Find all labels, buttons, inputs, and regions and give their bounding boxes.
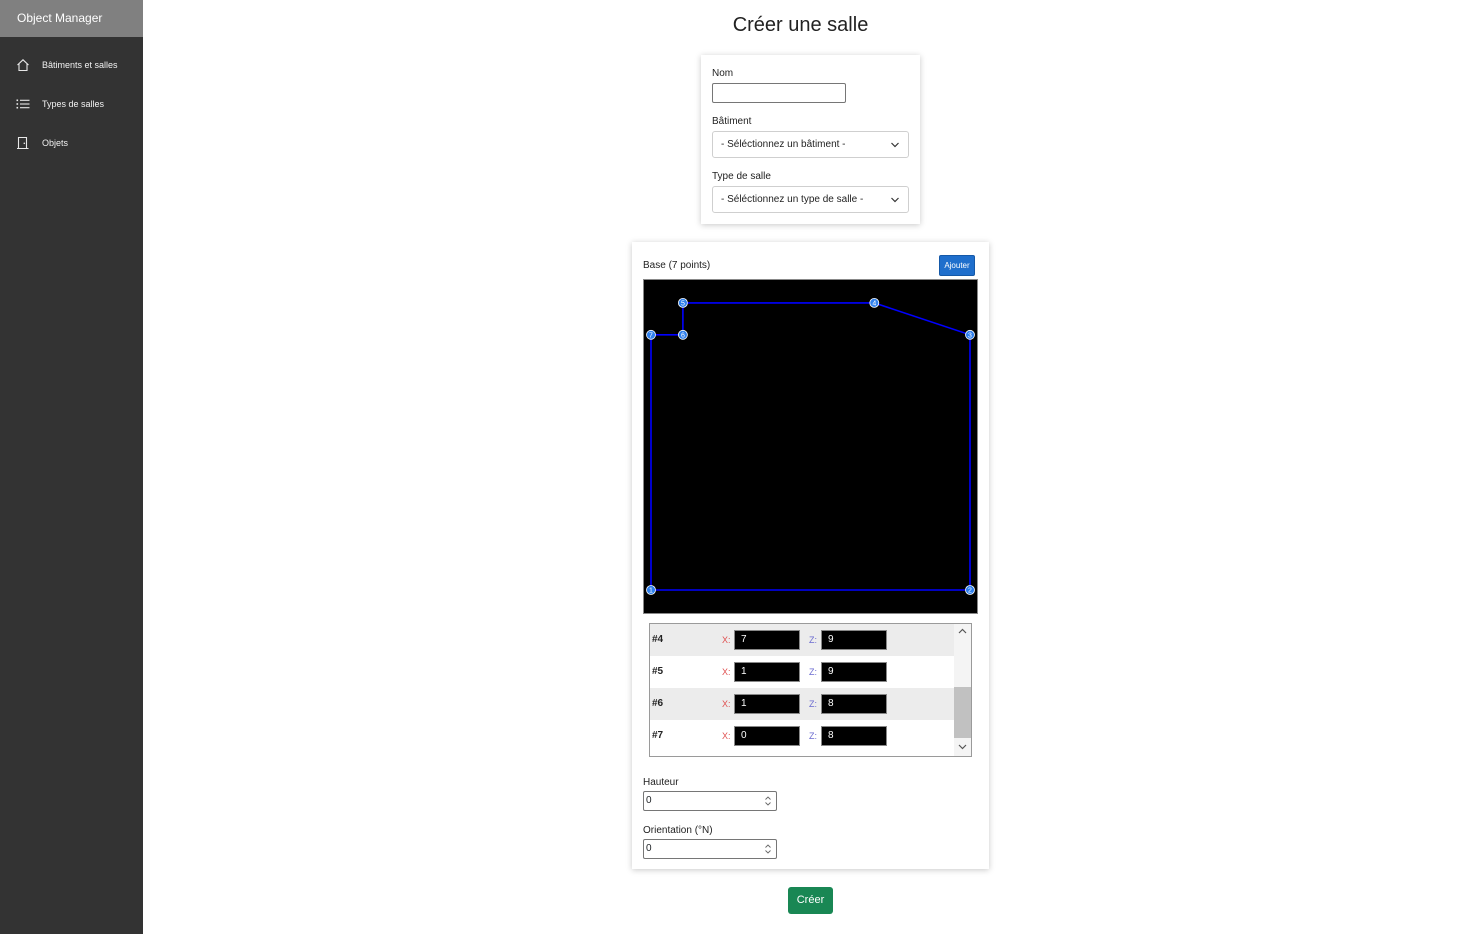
nom-input[interactable] [712,83,846,103]
spinner-icon[interactable] [764,843,772,855]
hauteur-value: 0 [646,795,652,806]
chevron-down-icon [891,142,899,148]
x-coordinate-input[interactable]: 7 [734,630,800,650]
sidebar-item-types[interactable]: Types de salles [0,92,143,116]
point-list: #4 X: 7 Z: 9 #5 X: 1 Z: 9 #6 X: 1 Z: 8 #… [649,623,972,757]
spinner-icon[interactable] [764,795,772,807]
base-point-handle[interactable]: 2 [965,585,975,595]
base-polygon-svg[interactable]: 1 2 3 4 5 6 7 [644,280,977,613]
chevron-down-icon [891,197,899,203]
base-point-handle[interactable]: 7 [646,329,656,340]
point-row: #6 X: 1 Z: 8 [650,688,954,720]
z-coordinate-input[interactable]: 8 [821,726,887,746]
nom-label: Nom [712,68,734,79]
base-point-handle[interactable]: 5 [678,297,688,308]
orientation-label: Orientation (°N) [643,825,713,836]
point-list-scrollbar[interactable] [954,624,971,756]
z-label: Z: [809,731,817,741]
point-row: #5 X: 1 Z: 9 [650,656,954,688]
hauteur-input[interactable]: 0 [643,791,777,811]
sidebar-item-objets[interactable]: Objets [0,131,143,155]
point-number: #4 [652,634,664,645]
z-label: Z: [809,667,817,677]
base-point-handle[interactable]: 1 [646,585,656,595]
add-point-button[interactable]: Ajouter [939,255,975,276]
z-label: Z: [809,635,817,645]
hauteur-label: Hauteur [643,777,679,788]
type-select[interactable]: - Séléctionnez un type de salle - [712,186,909,213]
x-label: X: [722,731,731,741]
base-editor-card: Base (7 points) Ajouter 1 2 3 4 5 6 7 #4 X: 7 … [632,242,989,869]
point-row: #4 X: 7 Z: 9 [650,624,954,656]
sidebar: Object Manager Bâtiments et salles Types… [0,0,143,934]
batiment-select[interactable]: - Séléctionnez un bâtiment - [712,131,909,158]
z-coordinate-input[interactable]: 9 [821,662,887,682]
base-point-label: 3 [968,332,972,339]
scrollbar-thumb[interactable] [954,687,971,738]
base-point-handle[interactable]: 3 [965,329,975,340]
type-label: Type de salle [712,171,771,182]
base-point-label: 4 [872,301,876,308]
chevron-up-icon[interactable] [957,626,968,637]
sidebar-item-label: Types de salles [42,99,105,109]
x-label: X: [722,667,731,677]
orientation-value: 0 [646,843,652,854]
base-point-handle[interactable]: 6 [678,329,688,340]
sidebar-item-batiments[interactable]: Bâtiments et salles [0,53,143,77]
x-label: X: [722,699,731,709]
z-label: Z: [809,699,817,709]
base-point-label: 5 [681,301,685,308]
chevron-down-icon[interactable] [957,741,968,752]
base-polygon-outline [650,302,971,591]
room-info-card: Nom Bâtiment - Séléctionnez un bâtiment … [701,55,920,224]
x-label: X: [722,635,731,645]
app-brand[interactable]: Object Manager [0,0,143,37]
sidebar-item-label: Objets [42,138,69,148]
page-title: Créer une salle [732,14,869,36]
base-point-label: 2 [968,588,972,595]
door-icon [16,136,30,150]
type-select-value: - Séléctionnez un type de salle - [721,194,864,205]
base-point-label: 7 [649,332,653,339]
z-coordinate-input[interactable]: 9 [821,630,887,650]
base-point-label: 6 [681,332,685,339]
base-point-handle[interactable]: 4 [869,297,880,308]
x-coordinate-input[interactable]: 1 [734,662,800,682]
orientation-input[interactable]: 0 [643,839,777,859]
point-number: #6 [652,698,664,709]
base-point-label: 1 [649,588,653,595]
z-coordinate-input[interactable]: 8 [821,694,887,714]
x-coordinate-input[interactable]: 0 [734,726,800,746]
point-number: #7 [652,730,664,741]
batiment-label: Bâtiment [712,116,752,127]
sidebar-item-label: Bâtiments et salles [42,60,118,70]
x-coordinate-input[interactable]: 1 [734,694,800,714]
point-row: #7 X: 0 Z: 8 [650,720,954,752]
base-title: Base (7 points) [643,260,711,271]
create-button[interactable]: Créer [788,887,833,914]
point-number: #5 [652,666,664,677]
home-icon [16,58,30,72]
list-icon [16,97,30,111]
base-canvas[interactable]: 1 2 3 4 5 6 7 [643,279,978,614]
batiment-select-value: - Séléctionnez un bâtiment - [721,139,846,150]
